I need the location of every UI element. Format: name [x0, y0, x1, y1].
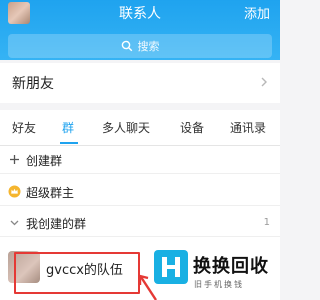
create-group-row[interactable]: 创建群: [0, 146, 280, 174]
my-created-groups-header[interactable]: 我创建的群 1: [0, 209, 280, 237]
tab-address-book[interactable]: 通讯录: [230, 119, 266, 136]
super-owner-label: 超级群主: [26, 186, 75, 200]
h-logo-icon: [154, 250, 188, 284]
tab-friends[interactable]: 好友: [12, 119, 36, 136]
watermark-subtitle: 旧手机换钱: [194, 280, 244, 289]
add-button[interactable]: 添加: [244, 3, 270, 22]
super-owner-row[interactable]: 超级群主: [0, 178, 280, 206]
contacts-tabs: 好友 群 多人聊天 设备 通讯录: [0, 110, 280, 146]
tab-groups[interactable]: 群: [62, 119, 74, 136]
new-friends-label: 新朋友: [12, 76, 54, 92]
crown-icon: [8, 185, 21, 198]
create-group-label: 创建群: [26, 154, 63, 168]
plus-icon: [10, 155, 19, 164]
chevron-down-icon: [10, 220, 19, 226]
new-friends-row[interactable]: 新朋友: [0, 63, 280, 103]
tab-devices[interactable]: 设备: [180, 119, 204, 136]
search-placeholder: 搜索: [137, 40, 160, 53]
watermark-badge: 换换回收 旧手机换钱: [154, 248, 280, 300]
highlight-box: [14, 252, 140, 294]
search-input[interactable]: 搜索: [8, 34, 272, 58]
tab-multi-chat[interactable]: 多人聊天: [102, 119, 150, 136]
page-title: 联系人: [119, 6, 161, 22]
top-header: 联系人 添加 搜索: [0, 0, 280, 60]
group-count: 1: [263, 217, 270, 228]
search-icon: [121, 40, 132, 52]
watermark-name: 换换回收: [193, 256, 269, 277]
my-created-groups-label: 我创建的群: [26, 217, 87, 231]
active-tab-indicator: [60, 142, 78, 144]
chevron-right-icon: [261, 77, 267, 87]
